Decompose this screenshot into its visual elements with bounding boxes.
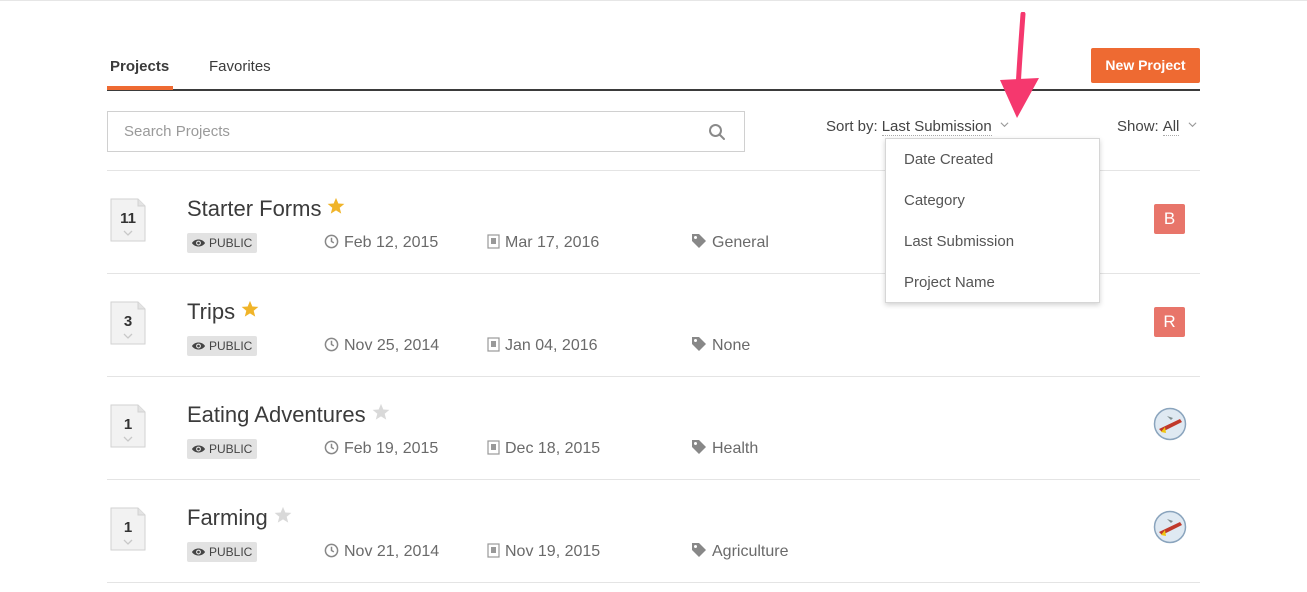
clock-icon bbox=[324, 543, 339, 558]
project-row[interactable]: 1 Eating Adventures PUBLIC Feb 19, 2015 … bbox=[107, 376, 1200, 479]
category: None bbox=[691, 336, 750, 356]
created-date: Nov 21, 2014 bbox=[324, 542, 439, 562]
created-date-value: Nov 25, 2014 bbox=[344, 337, 440, 354]
clock-icon bbox=[324, 234, 339, 249]
star-icon[interactable] bbox=[241, 300, 259, 318]
show-select[interactable]: All bbox=[1162, 118, 1180, 136]
visibility-label: PUBLIC bbox=[209, 442, 253, 456]
avatar[interactable] bbox=[1153, 407, 1187, 441]
tag-icon bbox=[692, 234, 706, 248]
clock-icon bbox=[324, 337, 339, 352]
annotation-arrow bbox=[1000, 12, 1039, 118]
submission-icon bbox=[487, 543, 500, 558]
project-title-wrap: Trips bbox=[187, 299, 259, 325]
sort-control: Sort by: Last Submission bbox=[826, 118, 1009, 136]
star-icon[interactable] bbox=[274, 506, 292, 524]
project-title[interactable]: Eating Adventures bbox=[187, 402, 366, 427]
category: General bbox=[691, 233, 769, 253]
tag-icon bbox=[692, 337, 706, 351]
visibility-label: PUBLIC bbox=[209, 339, 253, 353]
form-count: 1 bbox=[123, 519, 133, 536]
category-value: None bbox=[712, 337, 751, 354]
category-value: General bbox=[712, 234, 769, 251]
submission-icon bbox=[487, 337, 500, 352]
tag-icon bbox=[692, 440, 706, 454]
tab-projects[interactable]: Projects bbox=[110, 58, 169, 75]
avatar[interactable] bbox=[1153, 510, 1187, 544]
category-value: Agriculture bbox=[712, 543, 789, 560]
created-date-value: Nov 21, 2014 bbox=[344, 543, 440, 560]
active-tab-indicator bbox=[107, 86, 173, 90]
new-project-button[interactable]: New Project bbox=[1091, 48, 1200, 83]
sort-option-project-name[interactable]: Project Name bbox=[904, 274, 995, 291]
show-label: Show: bbox=[1117, 118, 1159, 135]
star-icon[interactable] bbox=[327, 197, 345, 215]
visibility-badge: PUBLIC bbox=[187, 439, 258, 459]
last-submission-value: Mar 17, 2016 bbox=[505, 234, 600, 251]
project-row[interactable]: 1 Farming PUBLIC Nov 21, 2014 Nov 19, 20… bbox=[107, 479, 1200, 583]
sort-option-last-submission[interactable]: Last Submission bbox=[904, 233, 1014, 250]
category: Health bbox=[691, 439, 758, 459]
clock-icon bbox=[324, 440, 339, 455]
avatar[interactable]: R bbox=[1154, 307, 1185, 337]
last-submission-value: Nov 19, 2015 bbox=[505, 543, 601, 560]
visibility-badge: PUBLIC bbox=[187, 233, 258, 253]
project-title[interactable]: Starter Forms bbox=[187, 196, 321, 221]
category-value: Health bbox=[712, 440, 759, 457]
star-icon[interactable] bbox=[372, 403, 390, 421]
search-icon[interactable] bbox=[708, 123, 726, 141]
eye-icon bbox=[191, 239, 206, 247]
last-submission-date: Dec 18, 2015 bbox=[487, 439, 600, 459]
created-date: Feb 12, 2015 bbox=[324, 233, 438, 253]
last-submission-value: Jan 04, 2016 bbox=[505, 337, 598, 354]
visibility-label: PUBLIC bbox=[209, 236, 253, 250]
created-date-value: Feb 12, 2015 bbox=[344, 234, 439, 251]
created-date: Nov 25, 2014 bbox=[324, 336, 439, 356]
last-submission-date: Mar 17, 2016 bbox=[487, 233, 599, 253]
sort-option-category[interactable]: Category bbox=[904, 192, 965, 209]
project-title[interactable]: Farming bbox=[187, 505, 268, 530]
project-title-wrap: Eating Adventures bbox=[187, 402, 390, 428]
top-divider bbox=[0, 0, 1307, 1]
search-box bbox=[107, 111, 745, 152]
sort-dropdown-menu: Date Created Category Last Submission Pr… bbox=[885, 138, 1100, 303]
show-filter: Show: All bbox=[1117, 118, 1197, 136]
category: Agriculture bbox=[691, 542, 788, 562]
last-submission-value: Dec 18, 2015 bbox=[505, 440, 601, 457]
tag-icon bbox=[692, 543, 706, 557]
eye-icon bbox=[191, 445, 206, 453]
form-count: 11 bbox=[120, 210, 136, 227]
created-date-value: Feb 19, 2015 bbox=[344, 440, 439, 457]
sort-option-date-created[interactable]: Date Created bbox=[904, 151, 993, 168]
avatar[interactable]: B bbox=[1154, 204, 1185, 234]
last-submission-date: Jan 04, 2016 bbox=[487, 336, 598, 356]
last-submission-date: Nov 19, 2015 bbox=[487, 542, 600, 562]
project-title-wrap: Farming bbox=[187, 505, 292, 531]
sort-select[interactable]: Last Submission bbox=[881, 118, 992, 136]
visibility-label: PUBLIC bbox=[209, 545, 253, 559]
submission-icon bbox=[487, 234, 500, 249]
form-count: 3 bbox=[123, 313, 133, 330]
eye-icon bbox=[191, 342, 206, 350]
created-date: Feb 19, 2015 bbox=[324, 439, 438, 459]
submission-icon bbox=[487, 440, 500, 455]
form-count: 1 bbox=[123, 416, 133, 433]
tab-favorites[interactable]: Favorites bbox=[209, 58, 271, 75]
eye-icon bbox=[191, 548, 206, 556]
project-title[interactable]: Trips bbox=[187, 299, 235, 324]
visibility-badge: PUBLIC bbox=[187, 542, 258, 562]
project-title-wrap: Starter Forms bbox=[187, 196, 345, 222]
visibility-badge: PUBLIC bbox=[187, 336, 258, 356]
sort-label: Sort by: bbox=[826, 118, 878, 135]
search-input[interactable] bbox=[108, 112, 678, 151]
chevron-down-icon[interactable] bbox=[1188, 120, 1197, 129]
